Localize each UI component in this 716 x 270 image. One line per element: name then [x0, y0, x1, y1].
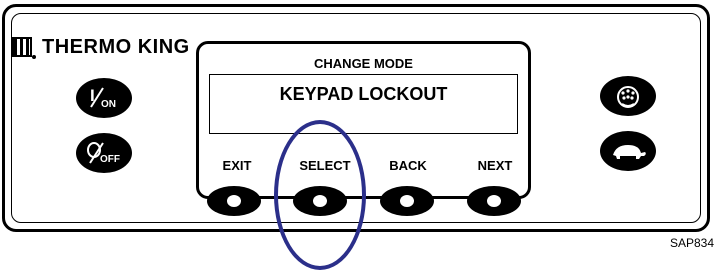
gauges-button[interactable] — [600, 76, 656, 116]
off-button[interactable]: OFF — [76, 133, 132, 173]
power-off-icon: OFF — [87, 142, 120, 165]
turtle-button[interactable] — [600, 131, 656, 171]
gauges-icon — [617, 86, 639, 108]
soft-key-label-back: BACK — [389, 158, 427, 173]
svg-text:ON: ON — [101, 99, 116, 110]
thermo-king-logo-icon — [12, 37, 36, 59]
soft-key-label-exit: EXIT — [222, 158, 252, 173]
mode-title: CHANGE MODE — [314, 56, 413, 71]
soft-key-label-select: SELECT — [299, 158, 351, 173]
power-on-icon: I ON — [90, 86, 116, 110]
on-button[interactable]: I ON — [76, 78, 132, 118]
back-soft-key[interactable] — [380, 186, 434, 216]
select-soft-key[interactable] — [293, 186, 347, 216]
turtle-icon — [613, 145, 646, 159]
lcd-message: KEYPAD LOCKOUT — [279, 84, 448, 104]
figure-id: SAP834 — [669, 236, 714, 250]
soft-key-label-next: NEXT — [477, 158, 513, 173]
svg-text:OFF: OFF — [100, 154, 120, 165]
brand-logo: THERMO KING — [12, 35, 190, 59]
brand-name: THERMO KING — [42, 35, 190, 58]
display-frame: CHANGE MODE KEYPAD LOCKOUT EXIT SELECT B… — [196, 41, 531, 199]
exit-soft-key[interactable] — [207, 186, 261, 216]
lcd-screen: KEYPAD LOCKOUT — [209, 74, 518, 134]
next-soft-key[interactable] — [467, 186, 521, 216]
